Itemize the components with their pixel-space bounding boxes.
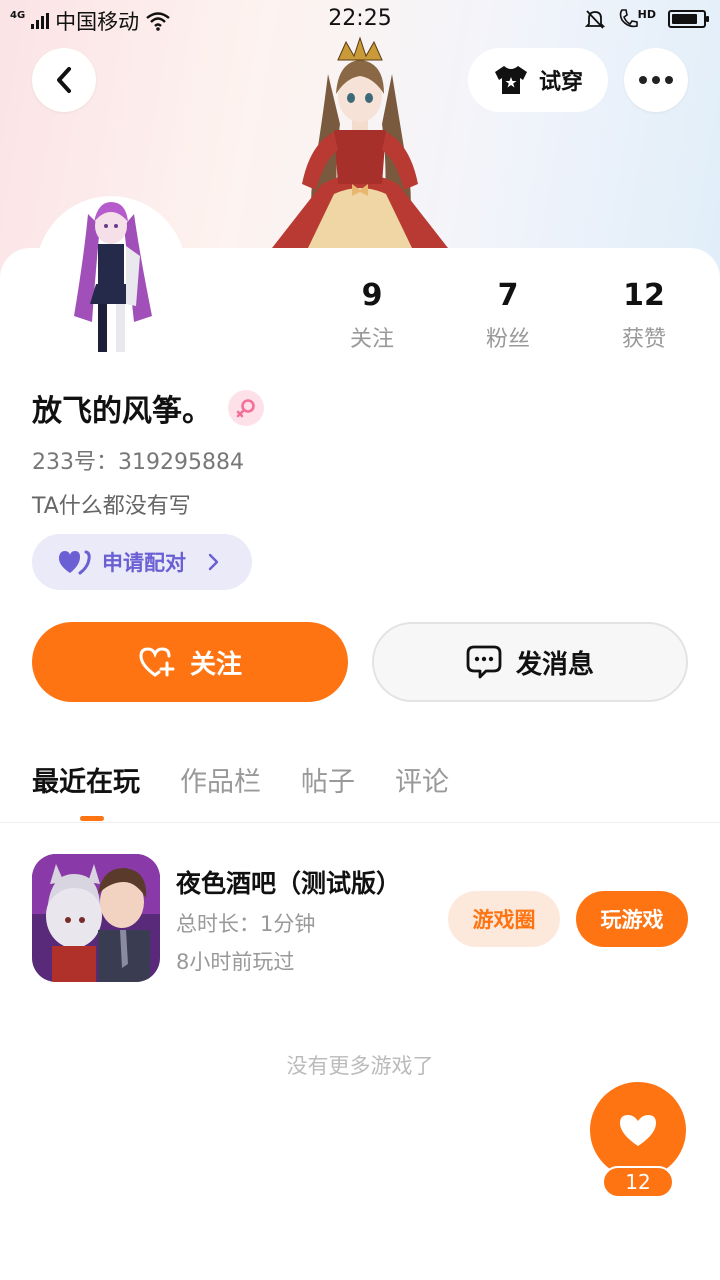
try-on-label: 试穿 <box>538 70 583 95</box>
battery-icon <box>668 10 709 28</box>
send-message-button[interactable]: 发消息 <box>372 622 688 702</box>
back-button[interactable] <box>32 48 96 112</box>
phone-call-icon <box>619 9 638 28</box>
send-message-label: 发消息 <box>515 649 594 680</box>
character-avatar-3d <box>262 34 458 250</box>
game-last-played: 8小时前玩过 <box>176 950 295 974</box>
play-game-button[interactable]: 玩游戏 <box>576 891 688 947</box>
more-options-button[interactable] <box>624 48 688 112</box>
user-bio: TA什么都没有写 <box>32 494 191 519</box>
tab-posts[interactable]: 帖子 <box>301 760 355 799</box>
gender-female-icon <box>228 390 264 426</box>
stat-following-value: 9 <box>361 278 383 313</box>
status-bar: 4G 中国移动 22:25 HD <box>0 0 720 38</box>
game-circle-button[interactable]: 游戏圈 <box>448 891 560 947</box>
tab-works[interactable]: 作品栏 <box>180 760 261 799</box>
stat-followers-value: 7 <box>497 278 519 313</box>
chevron-right-icon <box>208 553 219 571</box>
tabs-divider <box>0 822 720 823</box>
hd-badge: HD <box>637 8 656 21</box>
chat-bubble-icon <box>466 645 502 679</box>
request-pair-label: 申请配对 <box>102 551 186 575</box>
stat-followers[interactable]: 7 粉丝 <box>448 278 568 353</box>
username: 放飞的风筝。 <box>32 394 212 429</box>
bell-muted-icon <box>584 10 605 29</box>
stat-followers-label: 粉丝 <box>485 327 530 352</box>
more-dots-icon <box>639 76 673 84</box>
heart-plus-icon <box>139 647 175 677</box>
chevron-left-icon <box>57 67 71 93</box>
stat-following[interactable]: 9 关注 <box>312 278 432 353</box>
game-list-item[interactable]: 夜色酒吧（测试版） 总时长：1分钟 8小时前玩过 游戏圈 玩游戏 <box>32 854 688 984</box>
double-heart-icon <box>58 550 91 575</box>
stat-likes-label: 获赞 <box>621 327 666 352</box>
stat-following-label: 关注 <box>349 327 394 352</box>
try-on-button[interactable]: 试穿 <box>468 48 608 112</box>
like-button[interactable] <box>590 1082 686 1178</box>
user-avatar[interactable] <box>36 196 186 356</box>
like-count: 12 <box>602 1166 674 1198</box>
tshirt-icon <box>494 66 527 94</box>
username-row: 放飞的风筝。 <box>32 386 264 430</box>
follow-label: 关注 <box>189 649 242 680</box>
no-more-games-text: 没有更多游戏了 <box>286 1054 434 1078</box>
game-duration: 总时长：1分钟 <box>176 912 316 936</box>
user-id: 233号：319295884 <box>32 450 244 475</box>
game-title: 夜色酒吧（测试版） <box>176 869 402 898</box>
request-pair-button[interactable]: 申请配对 <box>32 534 252 590</box>
follow-button[interactable]: 关注 <box>32 622 348 702</box>
active-tab-indicator <box>80 816 104 821</box>
stat-likes-value: 12 <box>623 278 665 313</box>
profile-tabs: 最近在玩 作品栏 帖子 评论 <box>32 760 449 799</box>
stat-likes[interactable]: 12 获赞 <box>584 278 704 353</box>
tab-comments[interactable]: 评论 <box>395 760 449 799</box>
game-icon[interactable] <box>32 854 160 982</box>
heart-icon <box>620 1115 656 1146</box>
tab-recent-played[interactable]: 最近在玩 <box>32 760 140 799</box>
